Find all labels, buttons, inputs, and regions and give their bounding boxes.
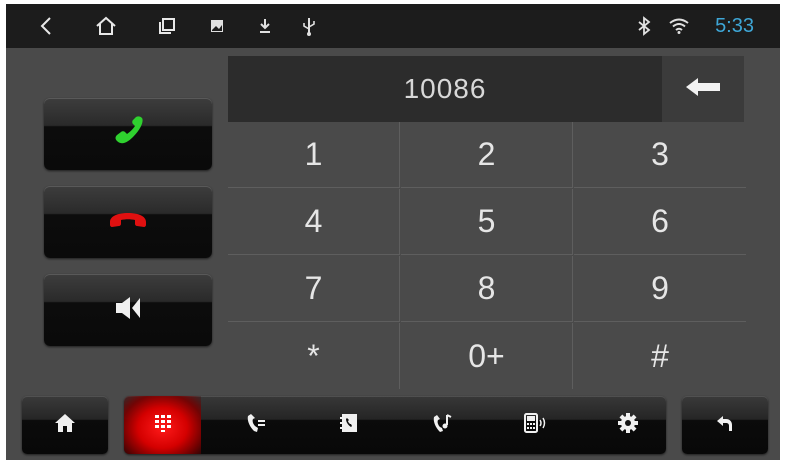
key-3[interactable]: 3 — [574, 122, 746, 188]
phone-device-icon — [522, 412, 548, 438]
dialed-number: 10086 — [403, 73, 487, 104]
car-dialer-screen: 5:33 10086 1 2 3 4 5 6 7 8 9 * 0+ # — [6, 4, 780, 460]
tab-call-log[interactable] — [217, 396, 294, 454]
bluetooth-icon — [634, 4, 654, 48]
key-1[interactable]: 1 — [228, 122, 400, 188]
usb-icon — [298, 4, 320, 48]
download-icon — [254, 4, 276, 48]
wifi-icon — [666, 4, 692, 48]
key-8[interactable]: 8 — [401, 256, 573, 322]
speaker-button[interactable] — [44, 274, 212, 346]
key-hash[interactable]: # — [574, 323, 746, 389]
call-button[interactable] — [44, 98, 212, 170]
home-icon — [53, 412, 77, 438]
tab-call-music[interactable] — [403, 396, 480, 454]
dialer-tab-bar — [124, 396, 666, 454]
key-4[interactable]: 4 — [228, 189, 400, 255]
dialpad-icon — [153, 413, 173, 437]
return-button[interactable] — [682, 396, 768, 454]
recents-icon[interactable] — [154, 4, 180, 48]
phone-hangup-icon — [108, 210, 148, 234]
key-5[interactable]: 5 — [401, 189, 573, 255]
backspace-button[interactable] — [662, 56, 744, 122]
key-7[interactable]: 7 — [228, 256, 400, 322]
home-button[interactable] — [22, 396, 108, 454]
tab-phone-device[interactable] — [496, 396, 573, 454]
status-clock: 5:33 — [715, 15, 754, 37]
tab-dialpad[interactable] — [124, 396, 201, 454]
image-notification-icon — [206, 4, 228, 48]
tab-settings[interactable] — [589, 396, 666, 454]
hangup-button[interactable] — [44, 186, 212, 258]
backspace-arrow-icon — [684, 76, 722, 102]
return-icon — [714, 412, 736, 438]
contacts-icon — [338, 412, 360, 438]
tab-contacts[interactable] — [310, 396, 387, 454]
dialed-number-display: 10086 — [228, 56, 662, 122]
speaker-icon — [113, 294, 143, 326]
back-icon[interactable] — [34, 4, 58, 48]
phone-call-icon — [111, 115, 145, 153]
call-log-icon — [245, 412, 267, 438]
settings-gear-icon — [617, 412, 639, 438]
key-0-plus[interactable]: 0+ — [401, 323, 573, 389]
keypad: 1 2 3 4 5 6 7 8 9 * 0+ # — [228, 122, 746, 392]
status-bar: 5:33 — [6, 4, 780, 48]
home-icon[interactable] — [92, 4, 120, 48]
key-star[interactable]: * — [228, 323, 400, 389]
key-6[interactable]: 6 — [574, 189, 746, 255]
key-9[interactable]: 9 — [574, 256, 746, 322]
call-music-icon — [431, 412, 453, 438]
key-2[interactable]: 2 — [401, 122, 573, 188]
